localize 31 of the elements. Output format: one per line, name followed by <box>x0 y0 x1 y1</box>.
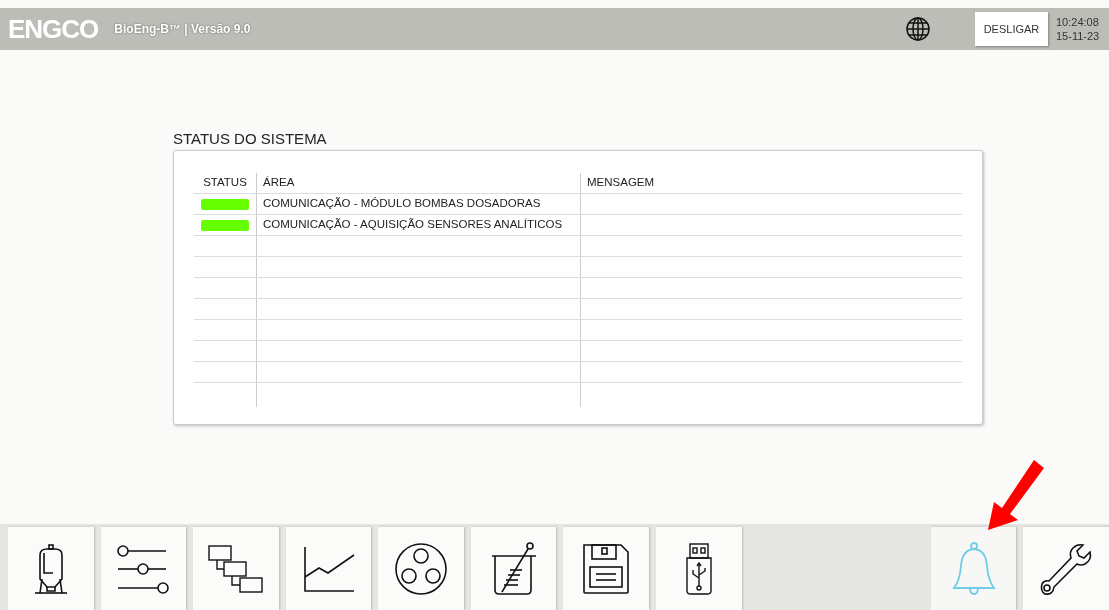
toolbar-button[interactable] <box>656 527 742 610</box>
line-chart-icon <box>301 544 356 593</box>
logo: ENGCO <box>8 16 99 42</box>
pointer-arrow <box>986 460 1046 532</box>
time-label: 10:24:08 <box>1056 15 1100 29</box>
table-cell-text: COMUNICAÇÃO - AQUISIÇÃO SENSORES ANALÍTICOS <box>263 217 563 233</box>
toolbar-button[interactable] <box>378 527 464 610</box>
table-cell-text: COMUNICAÇÃO - MÓDULO BOMBAS DOSADORAS <box>263 196 541 212</box>
toolbar-button[interactable] <box>563 527 650 610</box>
toolbar-button[interactable] <box>100 527 187 610</box>
blocks-icon <box>207 543 264 594</box>
tank-icon <box>32 542 69 595</box>
usb-drive-icon <box>684 541 713 596</box>
toolbar-button[interactable] <box>285 527 372 610</box>
sliders-icon <box>116 542 171 595</box>
column-header: ÁREA <box>263 174 295 190</box>
toolbar-button[interactable] <box>193 527 279 610</box>
column-header: STATUS <box>203 174 247 190</box>
toolbar-button[interactable] <box>8 527 94 610</box>
power-off-button[interactable]: DESLIGAR <box>975 12 1048 46</box>
wrench-icon <box>1039 541 1094 596</box>
globe-icon[interactable] <box>905 16 931 42</box>
beaker-icon <box>489 541 538 596</box>
date-label: 15-11-23 <box>1056 29 1101 43</box>
rotor-icon <box>394 541 449 596</box>
bell-icon <box>951 541 996 596</box>
toolbar-button[interactable] <box>470 527 557 610</box>
panel-title: STATUS DO SISTEMA <box>173 129 328 149</box>
version-label: BioEng-B™ | Versão 9.0 <box>114 21 251 38</box>
toolbar-button[interactable] <box>1023 527 1109 610</box>
column-header: MENSAGEM <box>587 174 655 190</box>
